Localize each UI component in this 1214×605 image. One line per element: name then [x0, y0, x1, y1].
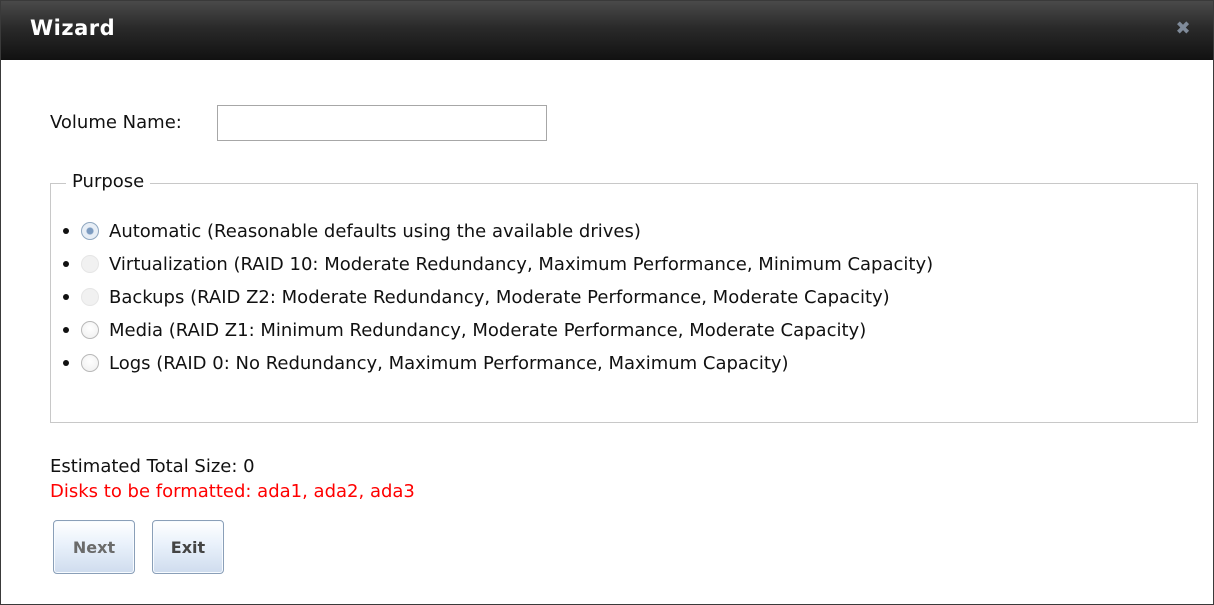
option-label: Logs (RAID 0: No Redundancy, Maximum Per…: [109, 352, 789, 374]
option-label: Virtualization (RAID 10: Moderate Redund…: [109, 253, 934, 275]
bullet-icon: [63, 294, 69, 300]
volume-name-input[interactable]: [217, 105, 547, 141]
purpose-option-media[interactable]: Media (RAID Z1: Minimum Redundancy, Mode…: [63, 315, 866, 345]
option-label: Media (RAID Z1: Minimum Redundancy, Mode…: [109, 319, 867, 341]
volume-name-label: Volume Name:: [50, 112, 182, 133]
bullet-icon: [63, 360, 69, 366]
bullet-icon: [63, 327, 69, 333]
radio-button-backups: [81, 288, 99, 306]
wizard-dialog: Wizard ✖ Volume Name: Purpose Automatic …: [0, 0, 1214, 605]
purpose-option-logs[interactable]: Logs (RAID 0: No Redundancy, Maximum Per…: [63, 348, 789, 378]
radio-button-virtualization: [81, 255, 99, 273]
option-label: Backups (RAID Z2: Moderate Redundancy, M…: [109, 286, 890, 308]
next-button[interactable]: Next: [53, 520, 135, 574]
exit-button[interactable]: Exit: [152, 520, 224, 574]
estimated-total-size: Estimated Total Size: 0: [50, 456, 255, 477]
disks-formatted-warning: Disks to be formatted: ada1, ada2, ada3: [50, 481, 415, 502]
title-bar: Wizard ✖: [1, 1, 1213, 60]
radio-button-media[interactable]: [81, 321, 99, 339]
window-title: Wizard: [30, 16, 116, 40]
radio-button-automatic[interactable]: [81, 222, 99, 240]
purpose-option-backups: Backups (RAID Z2: Moderate Redundancy, M…: [63, 282, 890, 312]
purpose-legend: Purpose: [66, 171, 151, 192]
bullet-icon: [63, 261, 69, 267]
purpose-option-virtualization: Virtualization (RAID 10: Moderate Redund…: [63, 249, 933, 279]
purpose-option-automatic[interactable]: Automatic (Reasonable defaults using the…: [63, 216, 641, 246]
close-icon[interactable]: ✖: [1173, 19, 1193, 39]
bullet-icon: [63, 228, 69, 234]
option-label: Automatic (Reasonable defaults using the…: [109, 220, 641, 242]
radio-button-logs[interactable]: [81, 354, 99, 372]
